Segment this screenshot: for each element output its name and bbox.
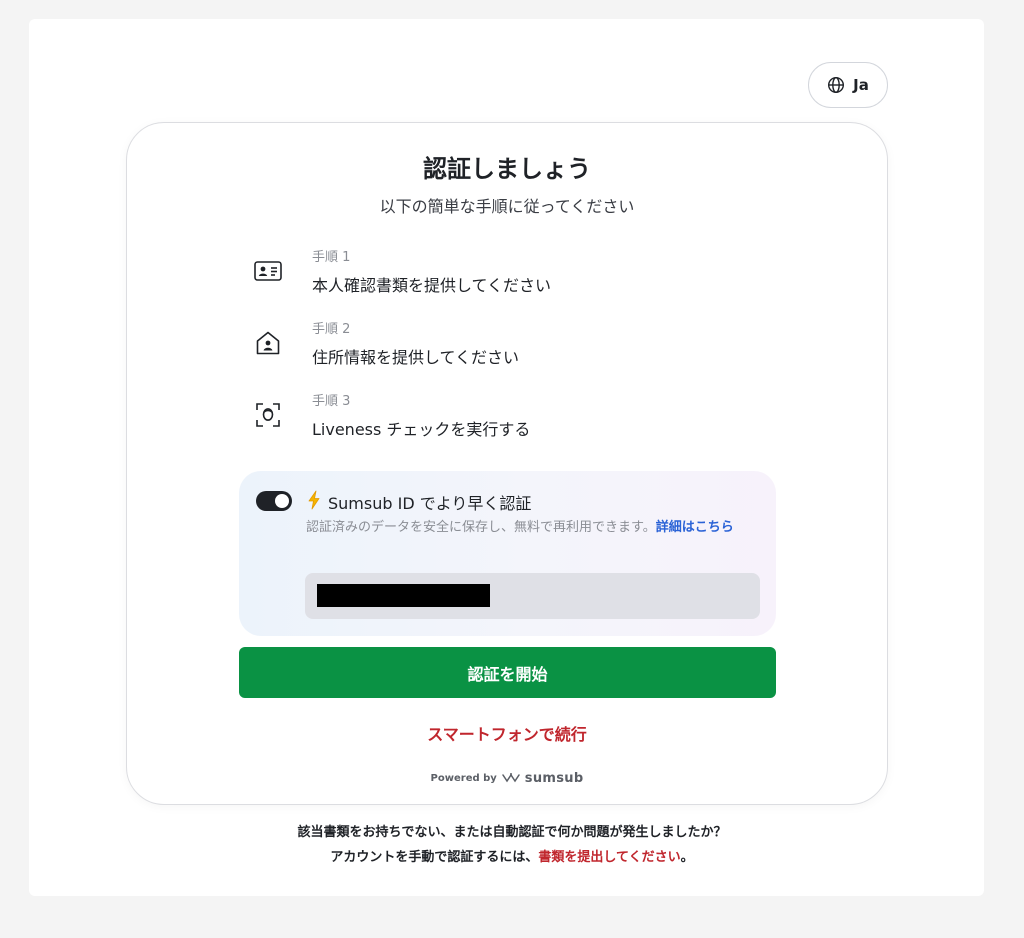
step-3: 手順 3 Liveness チェックを実行する: [251, 388, 671, 444]
submit-documents-link[interactable]: 書類を提出してください: [538, 850, 680, 865]
step-1: 手順 1 本人確認書類を提供してください: [251, 244, 671, 300]
toggle-knob: [275, 494, 289, 508]
powered-by: Powered by sumsub: [127, 769, 887, 788]
step-2: 手順 2 住所情報を提供してください: [251, 316, 671, 372]
redacted-value: [317, 584, 490, 607]
id-card-icon: [251, 254, 285, 288]
continue-on-phone-link[interactable]: スマートフォンで続行: [127, 721, 887, 745]
verification-card: 認証しましょう 以下の簡単な手順に従ってください 手順 1 本人確認書類を提供し…: [126, 122, 888, 805]
step-2-label: 住所情報を提供してください: [312, 348, 520, 367]
step-1-label: 本人確認書類を提供してください: [312, 276, 552, 295]
footer-line-1: 該当書類をお持ちでない、または自動認証で何か問題が発生しましたか？: [297, 825, 727, 840]
sumsub-id-description-text: 認証済みのデータを安全に保存し、無料で再利用できます。: [306, 520, 656, 535]
sumsub-logo-icon: [502, 769, 520, 788]
footer-help: 該当書類をお持ちでない、または自動認証で何か問題が発生しましたか？ アカウントを…: [0, 820, 1024, 870]
footer-line-2: アカウントを手動で認証するには、書類を提出してください。: [0, 845, 1024, 870]
powered-by-label: Powered by: [430, 773, 497, 784]
lightning-icon: [307, 490, 321, 514]
learn-more-link[interactable]: 詳細はこちら: [656, 520, 734, 535]
step-1-number: 手順 1: [312, 250, 351, 265]
page-title: 認証しましょう: [423, 155, 591, 183]
sumsub-id-input[interactable]: [305, 573, 760, 619]
language-label: Ja: [853, 76, 869, 94]
step-3-label: Liveness チェックを実行する: [312, 420, 531, 439]
start-verification-button[interactable]: 認証を開始: [239, 647, 776, 698]
sumsub-id-description: 認証済みのデータを安全に保存し、無料で再利用できます。詳細はこちら: [306, 517, 758, 539]
page-subtitle: 以下の簡単な手順に従ってください: [379, 197, 635, 216]
powered-by-brand: sumsub: [524, 771, 584, 786]
home-person-icon: [251, 326, 285, 360]
footer-line-2-prefix: アカウントを手動で認証するには、: [330, 850, 539, 865]
face-scan-icon: [251, 398, 285, 432]
language-button[interactable]: Ja: [808, 62, 888, 108]
sumsub-id-toggle[interactable]: [256, 491, 292, 511]
step-3-number: 手順 3: [312, 394, 351, 409]
step-2-number: 手順 2: [312, 322, 351, 337]
sumsub-id-title: Sumsub ID でより早く認証: [328, 494, 532, 513]
globe-icon: [827, 76, 845, 94]
sumsub-id-panel: Sumsub ID でより早く認証 認証済みのデータを安全に保存し、無料で再利用…: [239, 471, 776, 636]
footer-line-2-suffix: 。: [680, 850, 694, 865]
